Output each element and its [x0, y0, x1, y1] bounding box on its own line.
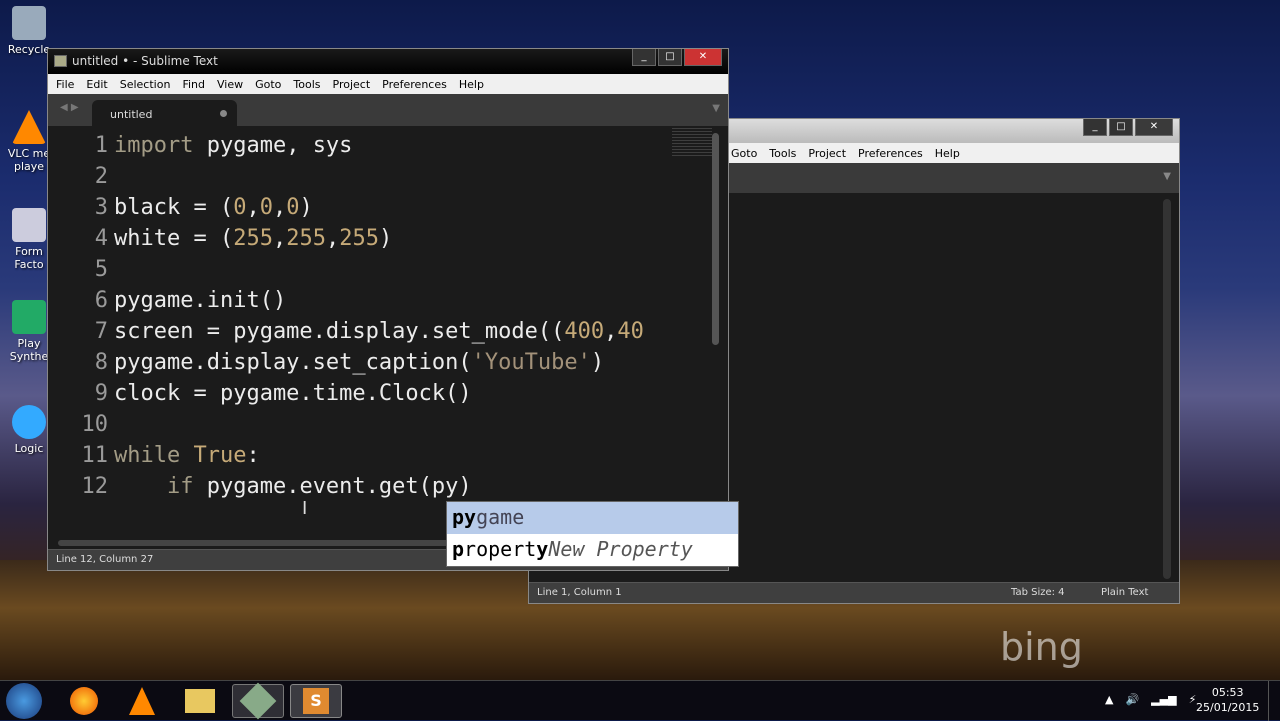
bing-watermark: bing	[1000, 625, 1083, 669]
menu-preferences[interactable]: Preferences	[858, 147, 923, 160]
line-number: 2	[94, 164, 108, 189]
close-button[interactable]: ✕	[684, 49, 722, 66]
icon-label: Form Facto	[14, 245, 44, 271]
completion-text: ropert	[464, 537, 537, 561]
sublime-app-icon	[54, 55, 67, 67]
modified-dot-icon[interactable]	[220, 110, 227, 117]
icon-label: Logic	[14, 442, 44, 455]
vertical-scrollbar[interactable]	[712, 133, 719, 345]
taskbar: S ▲ 🔊 ▂▄▆ ⚡ 05:53 25/01/2015	[0, 680, 1280, 721]
minimize-button[interactable]: _	[632, 49, 656, 66]
icon-label: VLC me playe	[7, 147, 51, 173]
menu-view[interactable]: View	[217, 78, 243, 91]
show-desktop-button[interactable]	[1268, 681, 1280, 721]
menu-project[interactable]: Project	[333, 78, 371, 91]
horizontal-scrollbar[interactable]	[58, 540, 458, 546]
firefox-taskbar-button[interactable]	[58, 684, 110, 718]
menu-find[interactable]: Find	[182, 78, 205, 91]
sublime-icon: S	[303, 688, 329, 714]
code-text[interactable]: import pygame, sys black = (0,0,0) white…	[114, 130, 644, 502]
time: 05:53	[1211, 686, 1244, 699]
scrollbar[interactable]	[1163, 199, 1171, 579]
tab-size[interactable]: Tab Size: 4	[1011, 587, 1101, 599]
line-number: 10	[81, 412, 109, 437]
menu-tools[interactable]: Tools	[293, 78, 320, 91]
vlc-taskbar-button[interactable]	[116, 684, 168, 718]
sublime-taskbar-button[interactable]: S	[290, 684, 342, 718]
close-button[interactable]: ✕	[1135, 119, 1173, 136]
cursor-position: Line 1, Column 1	[537, 587, 622, 598]
tab-label: untitled	[110, 108, 153, 121]
firefox-icon	[70, 687, 98, 715]
autocomplete-item-property[interactable]: propertyNew Property	[447, 534, 738, 566]
menu-file[interactable]: File	[56, 78, 74, 91]
autocomplete-popup[interactable]: pygame propertyNew Property	[446, 501, 739, 567]
clock[interactable]: 05:53 25/01/2015	[1196, 685, 1259, 715]
tab-list-icon[interactable]: ▼	[712, 103, 720, 114]
completion-text: game	[476, 505, 525, 529]
menu-project[interactable]: Project	[808, 147, 846, 160]
editor[interactable]: 1 2 3 4 5 6 7 8 9 10 11 12 import pygame, sys black…	[48, 128, 728, 548]
logic-icon	[12, 405, 46, 439]
menu-goto[interactable]: Goto	[255, 78, 281, 91]
vlc-icon	[12, 110, 46, 144]
tab-nav-arrows-icon[interactable]: ◀ ▶	[60, 102, 79, 113]
tab-untitled[interactable]: untitled	[92, 100, 237, 126]
window-title: untitled • - Sublime Text	[72, 54, 218, 68]
line-number: 12	[81, 474, 109, 499]
start-button[interactable]	[6, 683, 42, 719]
icon-label: Play Synthe	[9, 337, 49, 363]
maximize-button[interactable]: □	[1109, 119, 1133, 136]
line-number: 7	[94, 319, 108, 344]
synthesia-icon	[12, 300, 46, 334]
menu-tools[interactable]: Tools	[769, 147, 796, 160]
line-number: 3	[94, 195, 108, 220]
explorer-taskbar-button[interactable]	[174, 684, 226, 718]
icon-label: Recycle	[7, 43, 51, 56]
tab-list-icon[interactable]: ▼	[1163, 171, 1171, 182]
volume-icon[interactable]: 🔊	[1125, 693, 1139, 706]
menu-edit[interactable]: Edit	[86, 78, 107, 91]
sublime-text-window[interactable]: untitled • - Sublime Text _ □ ✕ File Edit Se…	[47, 48, 729, 571]
cursor-position: Line 12, Column 27	[56, 554, 154, 565]
line-number: 11	[81, 443, 109, 468]
text-cursor-ibeam-icon: I	[302, 498, 308, 519]
signal-icon[interactable]: ▂▄▆	[1151, 693, 1176, 706]
line-number: 8	[94, 350, 108, 375]
autocomplete-item-pygame[interactable]: pygame	[447, 502, 738, 534]
line-number: 5	[94, 257, 108, 282]
completion-hint: New Property	[548, 537, 693, 561]
tab-bar: ◀ ▶ untitled ▼	[48, 94, 728, 126]
minimize-button[interactable]: _	[1083, 119, 1107, 136]
status-bar: Line 1, Column 1 Tab Size: 4 Plain Text	[529, 582, 1179, 603]
menu-help[interactable]: Help	[459, 78, 484, 91]
menu-selection[interactable]: Selection	[120, 78, 171, 91]
menu-bar: File Edit Selection Find View Goto Tools Projec…	[48, 74, 728, 94]
menu-help[interactable]: Help	[935, 147, 960, 160]
syntax-mode[interactable]: Plain Text	[1101, 587, 1171, 599]
format-factory-icon	[12, 208, 46, 242]
menu-preferences[interactable]: Preferences	[382, 78, 447, 91]
system-tray: ▲ 🔊 ▂▄▆ ⚡	[1105, 693, 1196, 706]
match-text: p	[452, 537, 465, 561]
recycle-bin-icon	[12, 6, 46, 40]
minimap[interactable]	[672, 128, 712, 158]
line-number: 9	[94, 381, 108, 406]
maximize-button[interactable]: □	[658, 49, 682, 66]
line-number: 1	[94, 133, 108, 158]
title-bar[interactable]: untitled • - Sublime Text _ □ ✕	[48, 49, 728, 74]
date: 25/01/2015	[1196, 701, 1260, 714]
app-icon	[239, 682, 277, 720]
app-taskbar-button[interactable]	[232, 682, 284, 720]
folder-icon	[185, 689, 215, 713]
line-number: 6	[94, 288, 108, 313]
show-hidden-icons-icon[interactable]: ▲	[1105, 693, 1113, 706]
line-number: 4	[94, 226, 108, 251]
vlc-icon	[129, 687, 155, 715]
menu-goto[interactable]: Goto	[731, 147, 757, 160]
match-text: py	[452, 505, 477, 529]
match-text: y	[536, 537, 549, 561]
